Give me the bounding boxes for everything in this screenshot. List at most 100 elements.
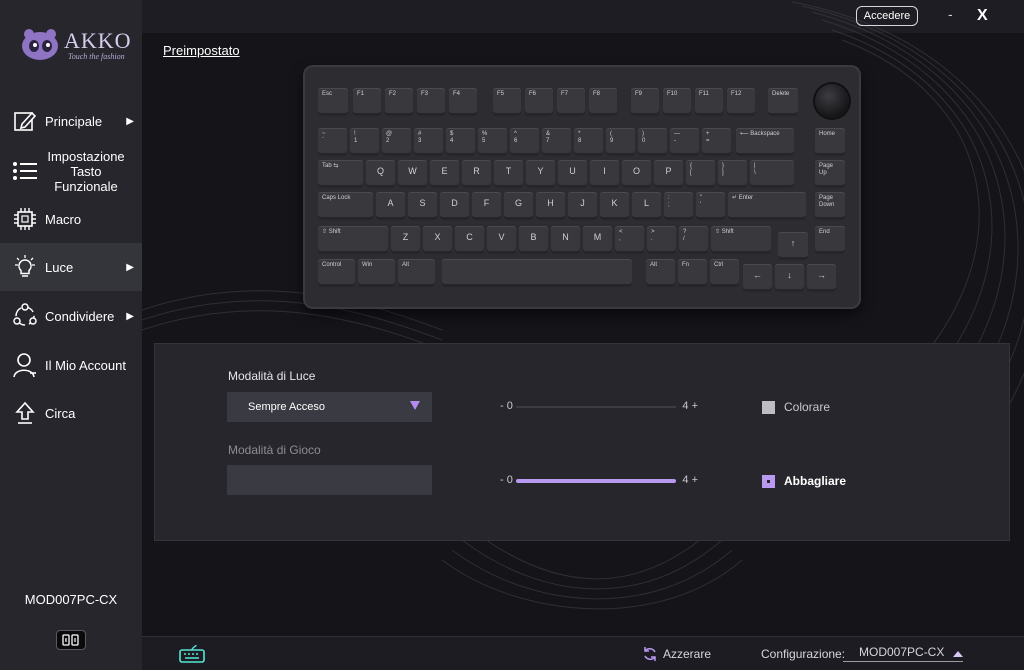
key[interactable]: ? / bbox=[679, 226, 708, 254]
device-switch-button[interactable] bbox=[56, 630, 86, 650]
key[interactable]: + = bbox=[702, 128, 731, 156]
key[interactable]: ( 9 bbox=[606, 128, 635, 156]
login-button[interactable]: Accedere bbox=[856, 6, 918, 26]
color-checkbox[interactable] bbox=[762, 401, 775, 414]
sidebar-item-condividere[interactable]: Condividere ▶ bbox=[0, 294, 142, 338]
key[interactable]: # 3 bbox=[414, 128, 443, 156]
sidebar-item-principale[interactable]: Principale ▶ bbox=[0, 98, 142, 144]
brightness-slider[interactable]: - 0 4 + bbox=[500, 399, 700, 415]
key[interactable]: < , bbox=[615, 226, 644, 254]
key[interactable]: Ctrl bbox=[710, 259, 739, 287]
key[interactable]: $ 4 bbox=[446, 128, 475, 156]
key[interactable]: F1 bbox=[353, 88, 381, 116]
key[interactable]: @ 2 bbox=[382, 128, 411, 156]
key[interactable]: F9 bbox=[631, 88, 659, 116]
key[interactable]: Esc bbox=[318, 88, 348, 116]
key[interactable]: U bbox=[558, 160, 587, 188]
key[interactable]: S bbox=[408, 192, 437, 220]
key[interactable]: % 5 bbox=[478, 128, 507, 156]
key[interactable]: Q bbox=[366, 160, 395, 188]
key[interactable]: F2 bbox=[385, 88, 413, 116]
key[interactable]: M bbox=[583, 226, 612, 254]
key[interactable]: A bbox=[376, 192, 405, 220]
key[interactable]: F5 bbox=[493, 88, 521, 116]
key[interactable]: ← bbox=[743, 264, 772, 292]
key[interactable]: F3 bbox=[417, 88, 445, 116]
key[interactable]: ⟵ Backspace bbox=[736, 128, 794, 156]
minimize-button[interactable]: - bbox=[948, 6, 953, 22]
key[interactable]: } ] bbox=[718, 160, 747, 188]
dazzle-checkbox[interactable] bbox=[762, 475, 775, 488]
slider-track[interactable] bbox=[516, 479, 676, 483]
key[interactable]: Delete bbox=[768, 88, 798, 116]
key[interactable]: E bbox=[430, 160, 459, 188]
key[interactable]: Alt bbox=[646, 259, 675, 287]
light-mode-select[interactable]: Sempre Acceso bbox=[227, 392, 432, 422]
key[interactable]: T bbox=[494, 160, 523, 188]
key[interactable]: W bbox=[398, 160, 427, 188]
key[interactable]: End bbox=[815, 226, 845, 254]
sidebar-item-luce[interactable]: Luce ▶ bbox=[0, 243, 142, 291]
key[interactable]: Fn bbox=[678, 259, 707, 287]
key[interactable]: D bbox=[440, 192, 469, 220]
key[interactable]: G bbox=[504, 192, 533, 220]
key[interactable]: Page Up bbox=[815, 160, 845, 188]
key[interactable]: F12 bbox=[727, 88, 755, 116]
key[interactable]: * 8 bbox=[574, 128, 603, 156]
sidebar-item-macro[interactable]: Macro bbox=[0, 198, 142, 240]
key[interactable]: Caps Lock bbox=[318, 192, 373, 220]
key[interactable]: F4 bbox=[449, 88, 477, 116]
key[interactable]: > . bbox=[647, 226, 676, 254]
key[interactable]: " ' bbox=[696, 192, 725, 220]
key[interactable]: Z bbox=[391, 226, 420, 254]
key[interactable]: ^ 6 bbox=[510, 128, 539, 156]
game-mode-select[interactable] bbox=[227, 465, 432, 495]
key[interactable]: — - bbox=[670, 128, 699, 156]
key[interactable]: : ; bbox=[664, 192, 693, 220]
key[interactable]: V bbox=[487, 226, 516, 254]
key[interactable]: B bbox=[519, 226, 548, 254]
key[interactable]: I bbox=[590, 160, 619, 188]
key[interactable]: F11 bbox=[695, 88, 723, 116]
key[interactable]: Page Down bbox=[815, 192, 845, 220]
key[interactable]: J bbox=[568, 192, 597, 220]
key[interactable]: Win bbox=[358, 259, 395, 287]
close-button[interactable]: X bbox=[977, 7, 988, 25]
preset-link[interactable]: Preimpostato bbox=[163, 43, 240, 58]
key[interactable]: { [ bbox=[686, 160, 715, 188]
key[interactable]: F7 bbox=[557, 88, 585, 116]
key[interactable]: N bbox=[551, 226, 580, 254]
reset-button[interactable]: Azzerare bbox=[642, 646, 711, 662]
slider-track[interactable] bbox=[516, 406, 676, 408]
key[interactable]: X bbox=[423, 226, 452, 254]
key[interactable]: & 7 bbox=[542, 128, 571, 156]
key[interactable]: H bbox=[536, 192, 565, 220]
key[interactable]: K bbox=[600, 192, 629, 220]
key[interactable] bbox=[442, 259, 632, 287]
key[interactable]: Y bbox=[526, 160, 555, 188]
key[interactable]: F bbox=[472, 192, 501, 220]
key[interactable]: R bbox=[462, 160, 491, 188]
config-select[interactable]: MOD007PC-CX bbox=[843, 645, 963, 662]
key[interactable]: F8 bbox=[589, 88, 617, 116]
key[interactable]: O bbox=[622, 160, 651, 188]
key[interactable]: Alt bbox=[398, 259, 435, 287]
key[interactable]: Control bbox=[318, 259, 355, 287]
sidebar-item-circa[interactable]: Circa bbox=[0, 392, 142, 434]
key[interactable]: ↑ bbox=[778, 232, 808, 260]
key[interactable]: Tab ⇆ bbox=[318, 160, 363, 188]
key[interactable]: ⇧ Shift bbox=[318, 226, 388, 254]
sidebar-item-impostazione[interactable]: Impostazione Tasto Funzionale bbox=[0, 146, 142, 196]
key[interactable]: Home bbox=[815, 128, 845, 156]
keyboard-icon[interactable] bbox=[179, 645, 205, 663]
key[interactable]: ⇧ Shift bbox=[711, 226, 771, 254]
key[interactable]: | \ bbox=[750, 160, 794, 188]
volume-knob[interactable] bbox=[815, 84, 849, 118]
key[interactable]: ~ ` bbox=[318, 128, 347, 156]
key[interactable]: P bbox=[654, 160, 683, 188]
key[interactable]: L bbox=[632, 192, 661, 220]
key[interactable]: ↵ Enter bbox=[728, 192, 806, 220]
key[interactable]: ) 0 bbox=[638, 128, 667, 156]
key[interactable]: → bbox=[807, 264, 836, 292]
key[interactable]: ↓ bbox=[775, 264, 804, 292]
